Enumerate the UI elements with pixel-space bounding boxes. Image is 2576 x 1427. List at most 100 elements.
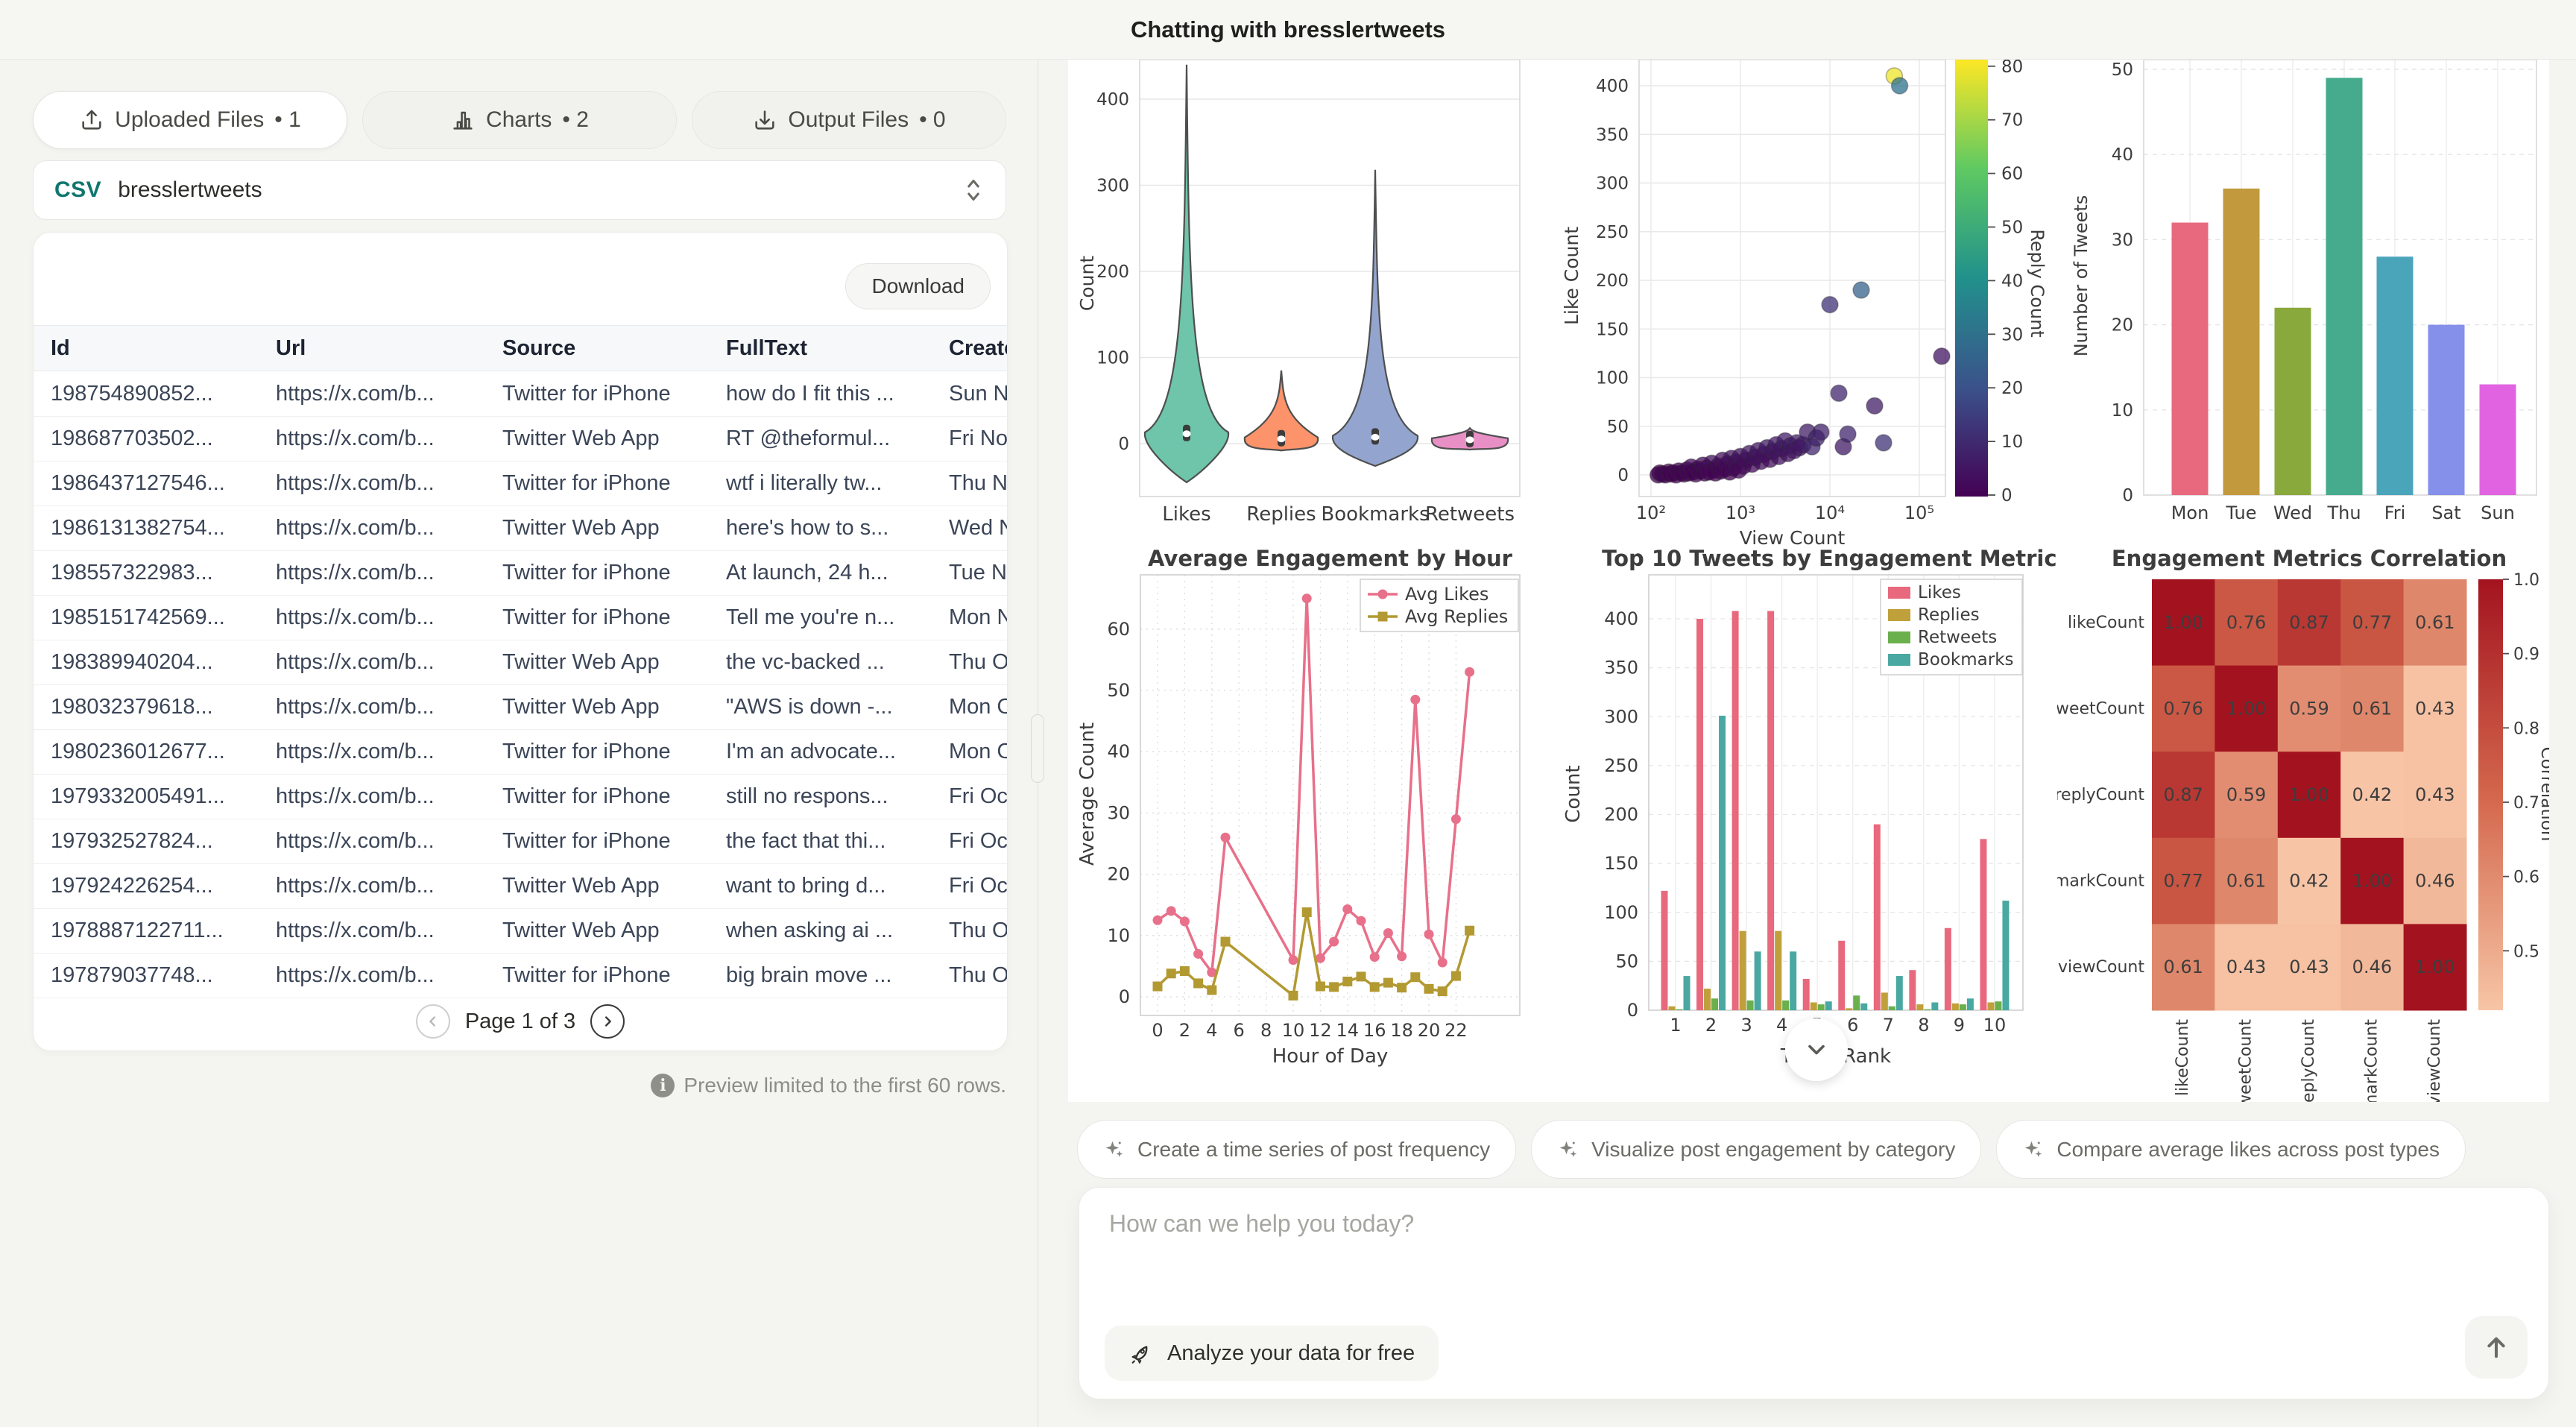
column-header: Url [276,336,502,361]
svg-text:60: 60 [1107,619,1130,640]
prev-page-button[interactable] [416,1004,450,1039]
svg-text:20: 20 [1418,1020,1441,1041]
svg-text:40: 40 [1107,741,1130,762]
analyze-data-button[interactable]: Analyze your data for free [1105,1326,1439,1381]
chat-input[interactable] [1108,1209,2303,1294]
file-selector[interactable]: CSV bresslertweets [33,160,1006,220]
table-cell: Fri Oc [949,874,1007,898]
svg-text:0: 0 [2001,486,2012,505]
table-row[interactable]: 1978887122711...https://x.com/b...Twitte… [34,909,1007,954]
table-row[interactable]: 197932527824...https://x.com/b...Twitter… [34,819,1007,864]
svg-text:100: 100 [1096,349,1129,368]
svg-text:Count: Count [1076,256,1098,311]
table-row[interactable]: 198032379618...https://x.com/b...Twitter… [34,685,1007,730]
table-cell: Twitter for iPhone [502,561,726,585]
svg-text:30: 30 [2112,230,2133,250]
svg-text:Average Engagement by Hour: Average Engagement by Hour [1148,548,1513,571]
table-cell: 198754890852... [51,382,276,406]
suggestion-chip[interactable]: Visualize post engagement by category [1531,1120,1981,1179]
table-cell: Twitter Web App [502,919,726,943]
table-row[interactable]: 1986131382754...https://x.com/b...Twitte… [34,506,1007,551]
table-cell: https://x.com/b... [276,919,502,943]
table-row[interactable]: 198687703502...https://x.com/b...Twitter… [34,417,1007,462]
svg-text:Replies: Replies [1246,503,1316,526]
svg-text:16: 16 [1363,1020,1386,1041]
suggestion-chip[interactable]: Compare average likes across post types [1996,1120,2466,1179]
download-button[interactable]: Download [845,263,991,309]
violin-chart: 0100200300400CountLikesRepliesBookmarksR… [1068,60,1554,548]
chevron-down-icon [1803,1036,1830,1063]
table-cell: https://x.com/b... [276,829,502,854]
tab-uploaded-files[interactable]: Uploaded Files• 1 [33,91,347,149]
table-row[interactable]: 1980236012677...https://x.com/b...Twitte… [34,730,1007,775]
table-cell: Fri Oc [949,829,1007,854]
table-cell: Mon N [949,605,1007,630]
tab-output-files[interactable]: Output Files• 0 [692,91,1006,149]
svg-text:30: 30 [2001,325,2023,344]
svg-text:Top 10 Tweets by Engagement Me: Top 10 Tweets by Engagement Metrics [1602,548,2057,571]
svg-text:350: 350 [1604,658,1638,678]
next-page-button[interactable] [590,1004,625,1039]
table-cell: Twitter Web App [502,695,726,719]
table-cell: Mon O [949,740,1007,764]
svg-text:0.43: 0.43 [2289,957,2329,977]
table-cell: Twitter Web App [502,650,726,675]
scroll-down-button[interactable] [1785,1018,1848,1081]
svg-text:250: 250 [1596,223,1629,242]
table-cell: Twitter for iPhone [502,382,726,406]
download-icon [752,107,777,133]
table-cell: RT @theformul... [726,426,949,451]
suggestion-chip[interactable]: Create a time series of post frequency [1077,1120,1516,1179]
svg-text:replyCount: replyCount [2299,1019,2318,1102]
tab-charts[interactable]: Charts• 2 [362,91,677,149]
table-row[interactable]: 1986437127546...https://x.com/b...Twitte… [34,462,1007,506]
table-cell: Tue N [949,561,1007,585]
table-row[interactable]: 198389940204...https://x.com/b...Twitter… [34,640,1007,685]
svg-text:10⁵: 10⁵ [1904,503,1934,523]
tab-count: • 0 [919,107,946,133]
sparkle-icon [2022,1138,2045,1161]
table-cell: Mon O [949,695,1007,719]
table-row[interactable]: 198557322983...https://x.com/b...Twitter… [34,551,1007,596]
resize-handle[interactable] [1031,714,1044,783]
chat-input-card: Analyze your data for free [1079,1187,2549,1399]
table-cell: Fri Oc [949,784,1007,809]
data-table-card: Download IdUrlSourceFullTextCreated 1987… [33,232,1008,1051]
file-name: bresslertweets [118,177,262,203]
svg-text:60: 60 [2001,165,2023,184]
table-cell: 1978887122711... [51,919,276,943]
svg-text:0: 0 [1627,1000,1638,1021]
table-row[interactable]: 1979332005491...https://x.com/b...Twitte… [34,775,1007,819]
svg-text:Mon: Mon [2171,503,2209,523]
table-cell: Twitter for iPhone [502,784,726,809]
svg-text:0.61: 0.61 [2352,698,2392,719]
svg-text:50: 50 [2001,218,2023,238]
table-cell: 1986131382754... [51,516,276,541]
svg-text:50: 50 [1607,418,1629,437]
svg-text:0.77: 0.77 [2163,871,2203,892]
svg-text:8: 8 [1260,1020,1272,1041]
svg-text:Likes: Likes [1162,503,1210,526]
svg-text:0.46: 0.46 [2415,871,2455,892]
svg-text:bookmarkCount: bookmarkCount [2057,872,2144,891]
page-indicator: Page 1 of 3 [465,1009,575,1034]
svg-text:1.00: 1.00 [2352,871,2392,892]
table-row[interactable]: 197924226254...https://x.com/b...Twitter… [34,864,1007,909]
svg-text:Bookmarks: Bookmarks [1918,650,2014,670]
table-cell: Twitter for iPhone [502,963,726,988]
svg-text:0.46: 0.46 [2352,957,2392,977]
chevron-up-down-icon [962,175,985,205]
svg-text:4: 4 [1206,1020,1217,1041]
svg-text:Average Count: Average Count [1076,722,1099,866]
svg-text:40: 40 [2112,145,2133,165]
table-row[interactable]: 198754890852...https://x.com/b...Twitter… [34,372,1007,417]
svg-text:2: 2 [1705,1015,1717,1036]
svg-text:10: 10 [2112,401,2133,420]
table-cell: Thu N [949,471,1007,496]
svg-text:8: 8 [1918,1015,1929,1036]
table-row[interactable]: 197879037748...https://x.com/b...Twitter… [34,954,1007,998]
table-cell: 198389940204... [51,650,276,675]
table-row[interactable]: 1985151742569...https://x.com/b...Twitte… [34,596,1007,640]
send-button[interactable] [2465,1316,2528,1379]
svg-text:Reply Count: Reply Count [2027,229,2048,337]
